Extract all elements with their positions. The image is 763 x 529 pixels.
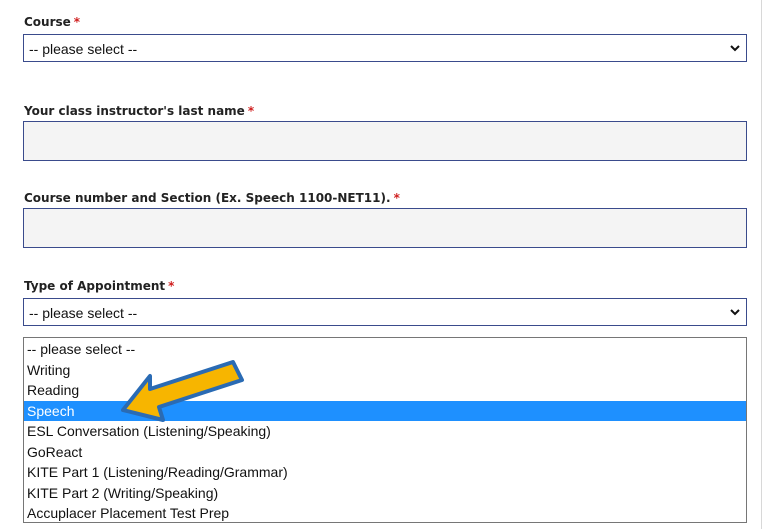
page-divider: [761, 0, 762, 529]
appointment-type-options-list[interactable]: -- please select -- Writing Reading Spee…: [23, 337, 747, 523]
appointment-type-label-text: Type of Appointment: [24, 279, 166, 293]
course-number-section-input[interactable]: [23, 208, 747, 248]
option-kite-part-1[interactable]: KITE Part 1 (Listening/Reading/Grammar): [24, 462, 746, 483]
course-select[interactable]: -- please select --: [23, 34, 747, 62]
appointment-type-select[interactable]: -- please select --: [23, 298, 747, 326]
option-please-select[interactable]: -- please select --: [24, 339, 746, 360]
appointment-form-page: Course * -- please select -- Your class i…: [0, 0, 763, 529]
option-esl-conversation[interactable]: ESL Conversation (Listening/Speaking): [24, 421, 746, 442]
course-number-label: Course number and Section (Ex. Speech 11…: [24, 191, 400, 205]
required-marker: *: [393, 191, 400, 205]
option-goreact[interactable]: GoReact: [24, 442, 746, 463]
appointment-type-select-value: -- please select --: [29, 305, 138, 321]
required-marker: *: [247, 104, 255, 118]
required-marker: *: [73, 15, 81, 29]
appointment-type-label: Type of Appointment *: [24, 279, 174, 293]
required-marker: *: [168, 279, 175, 293]
chevron-down-icon: [730, 309, 740, 316]
instructor-label-text: Your class instructor's last name: [24, 104, 245, 118]
option-writing[interactable]: Writing: [24, 360, 746, 381]
option-kite-part-2[interactable]: KITE Part 2 (Writing/Speaking): [24, 483, 746, 504]
option-reading[interactable]: Reading: [24, 380, 746, 401]
option-accuplacer-test-prep[interactable]: Accuplacer Placement Test Prep: [24, 503, 746, 524]
option-speech[interactable]: Speech: [24, 400, 746, 421]
course-label-text: Course: [24, 15, 71, 29]
course-label: Course *: [24, 15, 80, 29]
course-number-label-text: Course number and Section (Ex. Speech 11…: [24, 191, 391, 205]
course-select-value: -- please select --: [29, 41, 138, 57]
instructor-last-name-input[interactable]: [23, 121, 747, 161]
chevron-down-icon: [730, 45, 740, 52]
instructor-label: Your class instructor's last name *: [24, 104, 254, 118]
